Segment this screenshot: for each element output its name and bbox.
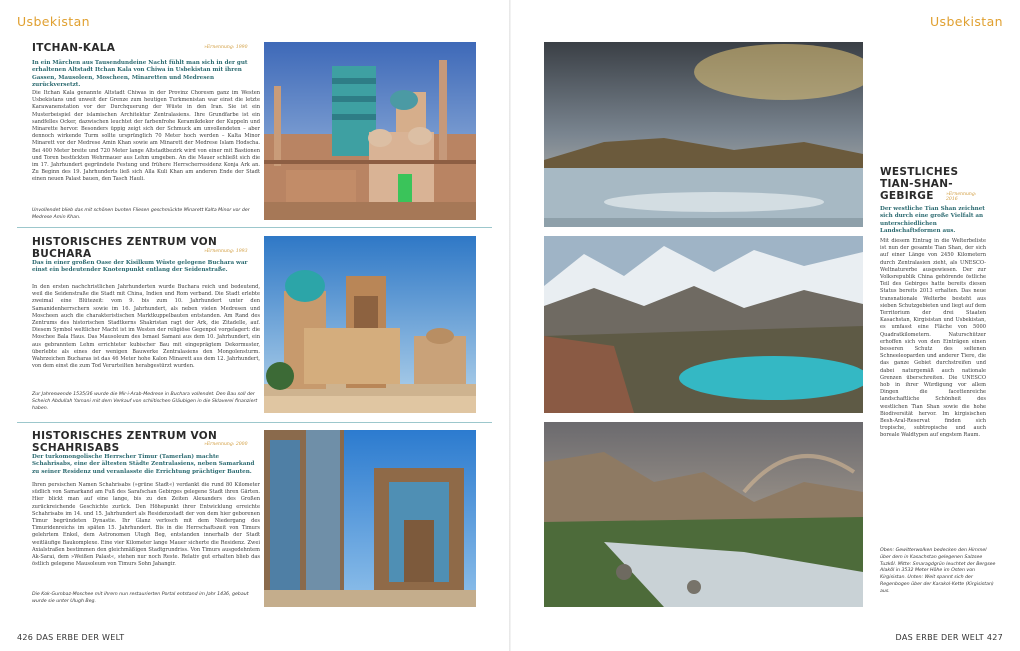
book-spread: Usbekistan ITCHAN-KALA »Ernennung: 1990 … — [0, 0, 1020, 651]
folio-left: 426 DAS ERBE DER WELT — [17, 633, 125, 642]
inscription-year: »Ernennung: 1990 — [204, 45, 248, 50]
photo-caption: Die Kok-Gumbaz-Moschee mit ihrem nun res… — [32, 592, 249, 604]
lead-paragraph: In ein Märchen aus Tausendundeine Nacht … — [32, 60, 248, 89]
folio-right: DAS ERBE DER WELT 427 — [895, 633, 1003, 642]
body-text: In den ersten nachchristlichen Jahrhunde… — [32, 284, 260, 370]
running-head-left: Usbekistan — [17, 14, 90, 29]
photo-schahrisabs — [264, 430, 476, 607]
lead-paragraph: Das in einer großen Oase der Kisilkum Wü… — [32, 260, 248, 274]
photo-buchara — [264, 236, 476, 413]
section-divider — [17, 422, 492, 423]
lead-paragraph: Der westliche Tian Shan zeichnet sich du… — [880, 206, 985, 235]
photo-caption: Zur Jahreswende 1535/36 wurde die Mir-i-… — [32, 392, 258, 411]
body-text: Ihren persischen Namen Schahrisabs (»grü… — [32, 482, 260, 568]
inscription-year: »Ernennung: 2016 — [946, 192, 977, 202]
photo-caption: Unvollendet blieb das mit schönen bunten… — [32, 208, 250, 220]
photo-itchan-kala — [264, 42, 476, 220]
section-divider — [17, 227, 492, 228]
section-title: HISTORISCHES ZENTRUM VON BUCHARA — [32, 236, 218, 260]
inscription-year: »Ernennung: 2000 — [204, 442, 248, 447]
running-head-right: Usbekistan — [930, 14, 1003, 29]
photo-lake-alakol — [544, 236, 863, 413]
body-text: Die Itchan Kala genannte Altstadt Chiwas… — [32, 90, 260, 183]
lead-paragraph: Der turkomongolische Herrscher Timur (Ta… — [32, 454, 255, 475]
photo-salt-lake-tuzkol — [544, 42, 863, 227]
photo-karakol-range — [544, 422, 863, 607]
section-tian-shan: WESTLICHES TIAN-SHAN-GEBIRGE »Ernennung:… — [880, 166, 986, 438]
inscription-year: »Ernennung: 1993 — [204, 249, 248, 254]
gutter — [509, 0, 511, 651]
photo-caption: Oben: Gewitterwolken bedecken den Himmel… — [880, 548, 996, 594]
body-text: Mit diesem Eintrag in die Welterbeliste … — [880, 238, 986, 439]
